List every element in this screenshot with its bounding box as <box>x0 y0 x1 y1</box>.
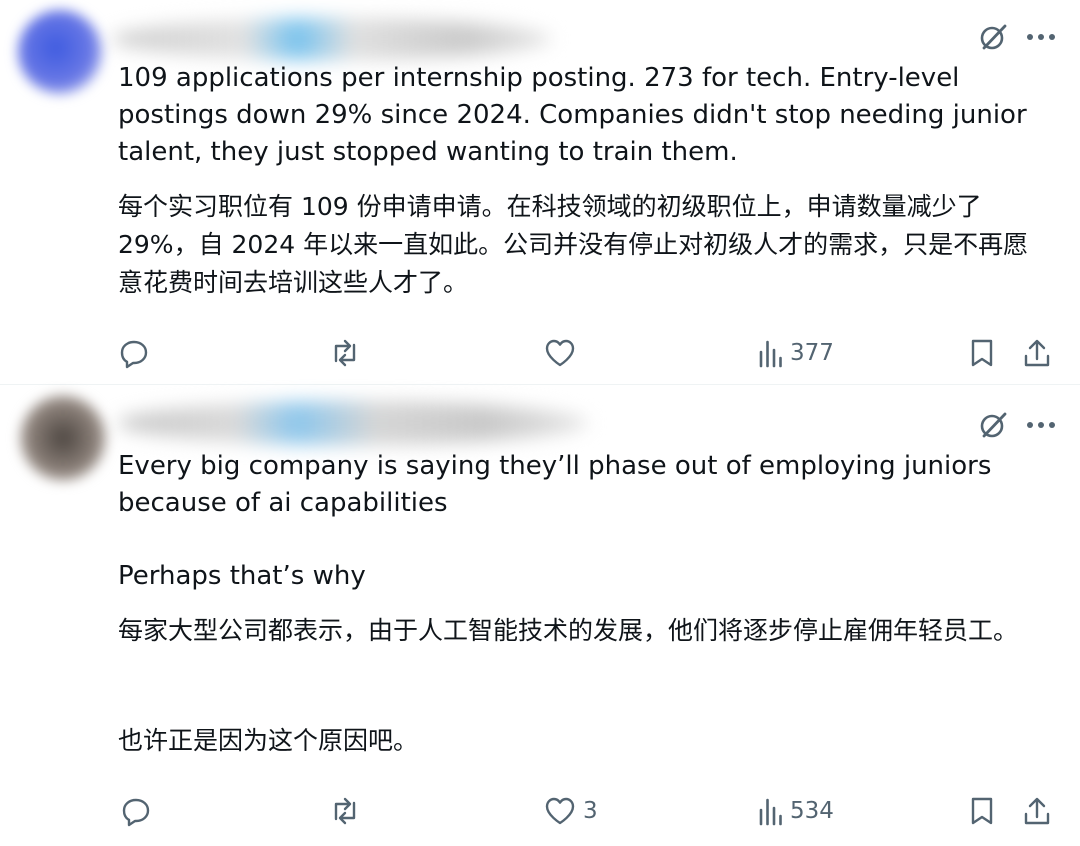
more-icon[interactable] <box>1026 32 1056 42</box>
username-blurred[interactable] <box>112 18 552 60</box>
action-bar: 377 <box>118 333 1058 373</box>
repost-button[interactable] <box>328 337 362 369</box>
bookmark-icon <box>968 795 996 827</box>
action-bar: 3 534 <box>118 791 1058 831</box>
grok-icon[interactable] <box>978 22 1008 52</box>
views-icon <box>758 338 784 368</box>
post-1[interactable]: 109 applications per internship posting.… <box>0 0 1080 385</box>
post-2[interactable]: Every big company is saying they’ll phas… <box>0 385 1080 846</box>
views-button[interactable]: 534 <box>758 796 834 826</box>
bookmark-button[interactable] <box>968 337 996 369</box>
reply-button[interactable] <box>118 337 150 369</box>
view-count: 377 <box>790 340 834 366</box>
repost-icon <box>328 795 362 827</box>
views-icon <box>758 796 784 826</box>
share-icon <box>1022 795 1052 827</box>
like-button[interactable]: 3 <box>543 795 598 827</box>
post-text-en: Every big company is saying they’ll phas… <box>118 451 1000 518</box>
share-icon <box>1022 337 1052 369</box>
views-button[interactable]: 377 <box>758 338 834 368</box>
post-text-zh: 每个实习职位有 109 份申请申请。在科技领域的初级职位上，申请数量减少了 29… <box>118 192 1029 297</box>
reply-icon <box>118 337 150 369</box>
share-button[interactable] <box>1022 337 1052 369</box>
post-text-zh-2: 也许正是因为这个原因吧。 <box>118 726 419 755</box>
grok-icon[interactable] <box>978 410 1008 440</box>
bookmark-icon <box>968 337 996 369</box>
like-button[interactable] <box>543 337 577 369</box>
repost-icon <box>328 337 362 369</box>
reply-button[interactable] <box>120 795 152 827</box>
bookmark-button[interactable] <box>968 795 996 827</box>
username-blurred[interactable] <box>118 401 588 445</box>
share-button[interactable] <box>1022 795 1052 827</box>
like-icon <box>543 795 577 827</box>
post-text-en-2: Perhaps that’s why <box>118 561 366 591</box>
more-icon[interactable] <box>1026 420 1056 430</box>
view-count: 534 <box>790 798 834 824</box>
repost-button[interactable] <box>328 795 362 827</box>
like-icon <box>543 337 577 369</box>
post-text-zh: 每家大型公司都表示，由于人工智能技术的发展，他们将逐步停止雇佣年轻员工。 <box>118 616 1019 645</box>
avatar[interactable] <box>20 395 106 481</box>
avatar[interactable] <box>18 10 102 94</box>
post-text-en: 109 applications per internship posting.… <box>118 63 1035 167</box>
reply-icon <box>120 795 152 827</box>
like-count: 3 <box>583 798 598 824</box>
